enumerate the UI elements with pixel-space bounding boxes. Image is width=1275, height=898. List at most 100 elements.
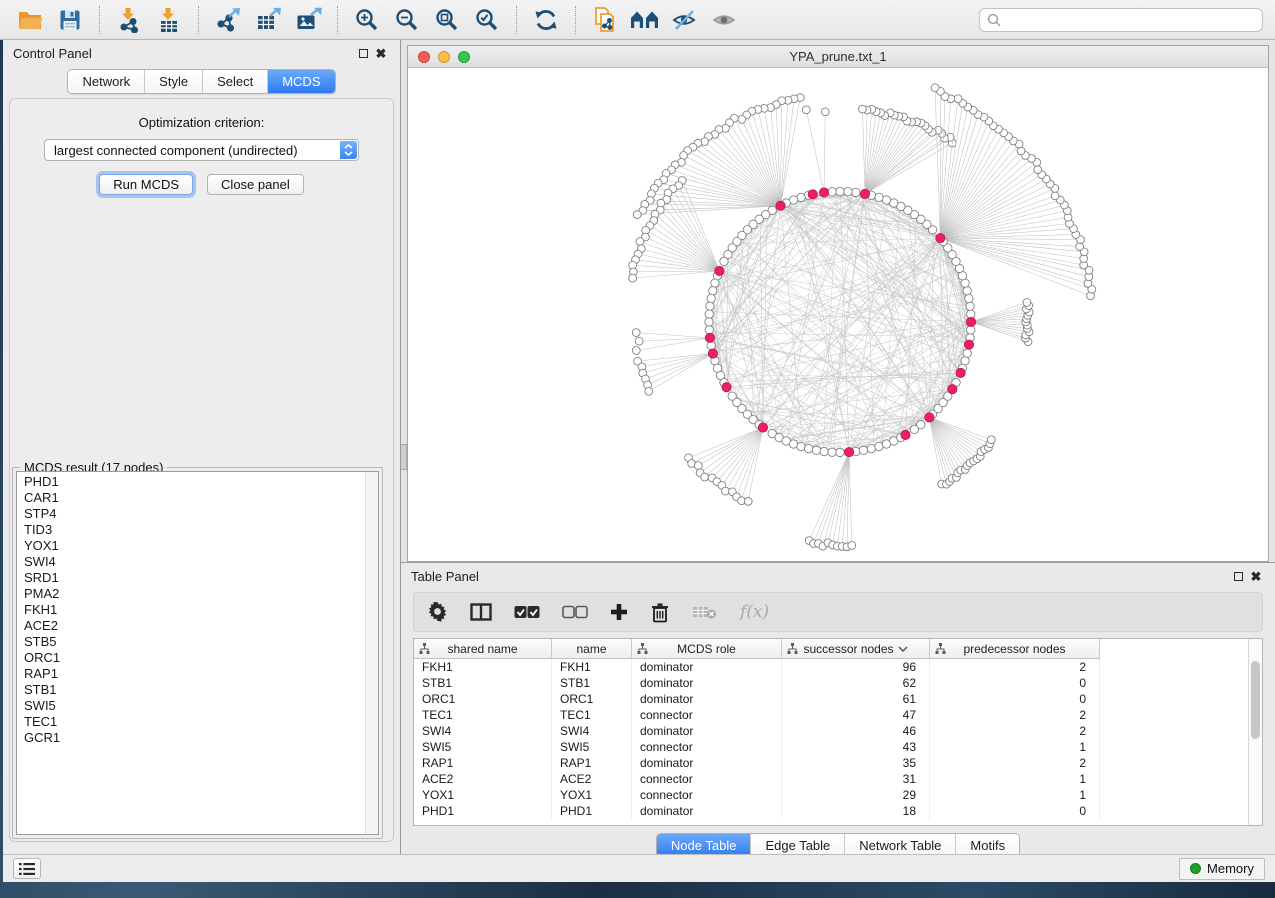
cell-mcds_role[interactable]: connector <box>632 707 782 723</box>
hide-selected-button[interactable] <box>667 4 703 36</box>
mcds-result-item[interactable]: SRD1 <box>17 570 365 586</box>
table-row[interactable]: ORC1ORC1dominator610 <box>414 691 1262 707</box>
cell-predecessor_nodes[interactable]: 1 <box>930 787 1100 803</box>
table-row[interactable]: RAP1RAP1dominator352 <box>414 755 1262 771</box>
mcds-result-item[interactable]: TID3 <box>17 522 365 538</box>
export-image-button[interactable] <box>290 4 326 36</box>
cell-successor_nodes[interactable]: 62 <box>782 675 930 691</box>
network-canvas[interactable] <box>408 68 1268 561</box>
cell-name[interactable]: ORC1 <box>552 691 632 707</box>
cell-mcds_role[interactable]: dominator <box>632 803 782 819</box>
mcds-list-scrollbar[interactable] <box>365 472 378 834</box>
column-visibility-button[interactable] <box>470 597 492 627</box>
cell-predecessor_nodes[interactable]: 1 <box>930 739 1100 755</box>
cell-mcds_role[interactable]: connector <box>632 787 782 803</box>
select-all-button[interactable] <box>514 597 540 627</box>
cell-name[interactable]: ACE2 <box>552 771 632 787</box>
optimization-criterion-select[interactable]: largest connected component (undirected) <box>44 139 359 161</box>
column-header-name[interactable]: name <box>552 639 632 659</box>
run-mcds-button[interactable]: Run MCDS <box>99 174 193 195</box>
cell-mcds_role[interactable]: dominator <box>632 675 782 691</box>
cell-predecessor_nodes[interactable]: 1 <box>930 771 1100 787</box>
cell-shared_name[interactable]: TEC1 <box>414 707 552 723</box>
cell-shared_name[interactable]: YOX1 <box>414 787 552 803</box>
first-neighbors-button[interactable] <box>627 4 663 36</box>
table-scrollbar[interactable] <box>1248 639 1262 825</box>
table-row[interactable]: YOX1YOX1connector291 <box>414 787 1262 803</box>
cell-shared_name[interactable]: RAP1 <box>414 755 552 771</box>
open-session-button[interactable] <box>12 4 48 36</box>
search-input[interactable] <box>1006 12 1255 27</box>
tab-mcds[interactable]: MCDS <box>267 70 334 93</box>
tab-select[interactable]: Select <box>202 70 267 93</box>
cell-predecessor_nodes[interactable]: 0 <box>930 675 1100 691</box>
table-row[interactable]: ACE2ACE2connector311 <box>414 771 1262 787</box>
cell-shared_name[interactable]: ORC1 <box>414 691 552 707</box>
tab-style[interactable]: Style <box>144 70 202 93</box>
mcds-result-item[interactable]: STB1 <box>17 682 365 698</box>
zoom-traffic-light[interactable] <box>458 51 470 63</box>
mcds-result-item[interactable]: STP4 <box>17 506 365 522</box>
table-row[interactable]: SWI4SWI4dominator462 <box>414 723 1262 739</box>
cell-name[interactable]: PHD1 <box>552 803 632 819</box>
cell-name[interactable]: SWI4 <box>552 723 632 739</box>
cell-predecessor_nodes[interactable]: 2 <box>930 659 1100 675</box>
cell-name[interactable]: YOX1 <box>552 787 632 803</box>
mcds-result-item[interactable]: FKH1 <box>17 602 365 618</box>
cell-name[interactable]: RAP1 <box>552 755 632 771</box>
cell-predecessor_nodes[interactable]: 2 <box>930 723 1100 739</box>
cell-successor_nodes[interactable]: 96 <box>782 659 930 675</box>
cell-mcds_role[interactable]: dominator <box>632 659 782 675</box>
scrollbar-thumb[interactable] <box>1251 661 1260 739</box>
delete-table-button[interactable] <box>692 597 718 627</box>
cell-successor_nodes[interactable]: 46 <box>782 723 930 739</box>
table-settings-button[interactable] <box>428 597 448 627</box>
zoom-out-button[interactable] <box>389 4 425 36</box>
delete-column-button[interactable] <box>650 597 670 627</box>
cell-name[interactable]: TEC1 <box>552 707 632 723</box>
cell-mcds_role[interactable]: connector <box>632 771 782 787</box>
new-network-from-selection-button[interactable] <box>587 4 623 36</box>
cell-mcds_role[interactable]: connector <box>632 739 782 755</box>
cell-shared_name[interactable]: PHD1 <box>414 803 552 819</box>
zoom-in-button[interactable] <box>349 4 385 36</box>
mcds-result-item[interactable]: YOX1 <box>17 538 365 554</box>
cell-shared_name[interactable]: SWI4 <box>414 723 552 739</box>
show-all-button[interactable] <box>707 4 743 36</box>
table-row[interactable]: SWI5SWI5connector431 <box>414 739 1262 755</box>
import-table-button[interactable] <box>151 4 187 36</box>
table-panel-close-button[interactable]: ✖ <box>1247 567 1265 585</box>
table-row[interactable]: STB1STB1dominator620 <box>414 675 1262 691</box>
table-row[interactable]: PHD1PHD1dominator180 <box>414 803 1262 819</box>
cell-successor_nodes[interactable]: 47 <box>782 707 930 723</box>
mcds-result-item[interactable]: PMA2 <box>17 586 365 602</box>
cell-predecessor_nodes[interactable]: 0 <box>930 803 1100 819</box>
zoom-selected-button[interactable] <box>469 4 505 36</box>
cell-shared_name[interactable]: SWI5 <box>414 739 552 755</box>
create-column-button[interactable] <box>610 597 628 627</box>
show-panels-list-button[interactable] <box>13 858 41 879</box>
import-network-button[interactable] <box>111 4 147 36</box>
mcds-result-item[interactable]: TEC1 <box>17 714 365 730</box>
mcds-result-item[interactable]: GCR1 <box>17 730 365 746</box>
mcds-result-item[interactable]: PHD1 <box>17 474 365 490</box>
mcds-result-item[interactable]: SWI4 <box>17 554 365 570</box>
cell-predecessor_nodes[interactable]: 0 <box>930 691 1100 707</box>
mcds-result-item[interactable]: ACE2 <box>17 618 365 634</box>
tab-network[interactable]: Network <box>68 70 144 93</box>
export-table-button[interactable] <box>250 4 286 36</box>
cell-successor_nodes[interactable]: 61 <box>782 691 930 707</box>
minimize-traffic-light[interactable] <box>438 51 450 63</box>
cell-name[interactable]: FKH1 <box>552 659 632 675</box>
table-panel-float-button[interactable] <box>1229 567 1247 585</box>
save-session-button[interactable] <box>52 4 88 36</box>
column-header-shared-name[interactable]: shared name <box>414 639 552 659</box>
table-row[interactable]: TEC1TEC1connector472 <box>414 707 1262 723</box>
cell-predecessor_nodes[interactable]: 2 <box>930 707 1100 723</box>
cell-name[interactable]: SWI5 <box>552 739 632 755</box>
cell-mcds_role[interactable]: dominator <box>632 755 782 771</box>
network-graph[interactable] <box>408 68 1268 561</box>
column-header-successor-nodes[interactable]: successor nodes <box>782 639 930 659</box>
export-network-button[interactable] <box>210 4 246 36</box>
apply-layout-button[interactable] <box>528 4 564 36</box>
